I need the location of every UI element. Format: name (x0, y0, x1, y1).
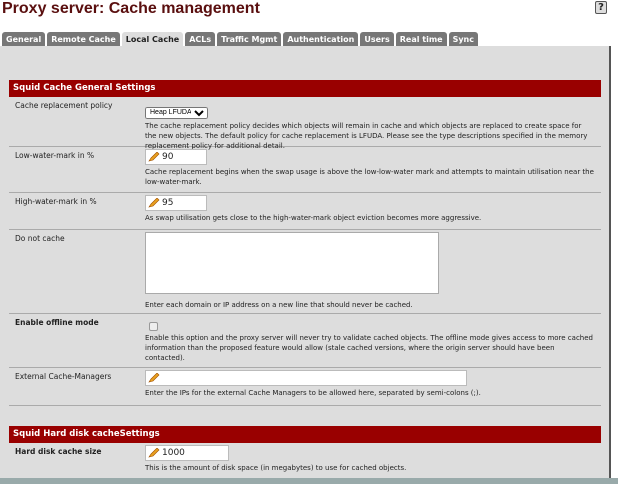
row-hard-disk-cache-size: Hard disk cache size 1000 This is the am… (9, 443, 601, 483)
offline-mode-checkbox[interactable] (149, 322, 158, 331)
tab-traffic-mgmt[interactable]: Traffic Mgmt (217, 32, 282, 47)
tab-remote-cache[interactable]: Remote Cache (47, 32, 120, 47)
do-not-cache-textarea[interactable] (145, 232, 439, 294)
label: Low-water-mark in % (15, 151, 95, 160)
description: Enable this option and the proxy server … (145, 334, 593, 362)
tab-general[interactable]: General (2, 32, 46, 47)
label: Cache replacement policy (15, 101, 113, 110)
description: The cache replacement policy decides whi… (145, 121, 588, 150)
replacement-policy-select[interactable]: Heap LFUDA (145, 106, 208, 119)
tab-real-time[interactable]: Real time (395, 32, 447, 47)
row-offline-mode: Enable offline mode Enable this option a… (9, 314, 601, 368)
label: Enable offline mode (15, 318, 99, 327)
help-icon[interactable]: ? (595, 1, 607, 14)
tab-sync[interactable]: Sync (448, 32, 478, 47)
tab-users[interactable]: Users (360, 32, 394, 47)
low-water-mark-input[interactable]: 90 (145, 149, 207, 165)
description: Enter the IPs for the external Cache Man… (145, 389, 481, 397)
pencil-icon (148, 373, 160, 383)
section-header-hard-disk: Squid Hard disk cacheSettings (9, 426, 601, 443)
label: High-water-mark in % (15, 197, 97, 206)
row-do-not-cache: Do not cache Enter each domain or IP add… (9, 230, 601, 314)
tab-bar: General Remote Cache Local Cache ACLs Tr… (2, 32, 478, 47)
description: As swap utilisation gets close to the hi… (145, 214, 482, 222)
description: Cache replacement begins when the swap u… (145, 168, 594, 186)
tab-authentication[interactable]: Authentication (283, 32, 359, 47)
pencil-icon (148, 152, 160, 162)
section-header-general: Squid Cache General Settings (9, 80, 601, 97)
label: Do not cache (15, 234, 65, 243)
taskbar (0, 478, 618, 484)
pencil-icon (148, 448, 160, 458)
high-water-mark-input[interactable]: 95 (145, 195, 207, 211)
description: This is the amount of disk space (in meg… (145, 464, 407, 472)
description: Enter each domain or IP address on a new… (145, 301, 413, 309)
pencil-icon (148, 198, 160, 208)
row-low-water-mark: Low-water-mark in % 90 Cache replacement… (9, 147, 601, 193)
content-panel: Squid Cache General Settings Cache repla… (0, 46, 611, 478)
hard-disk-cache-size-input[interactable]: 1000 (145, 445, 229, 461)
tab-acls[interactable]: ACLs (185, 32, 216, 47)
label: Hard disk cache size (15, 447, 102, 456)
page-title: Proxy server: Cache management (2, 0, 260, 17)
row-high-water-mark: High-water-mark in % 95 As swap utilisat… (9, 193, 601, 230)
row-external-cache-managers: External Cache-Managers Enter the IPs fo… (9, 368, 601, 406)
label: External Cache-Managers (15, 372, 112, 381)
external-cache-managers-input[interactable] (145, 370, 467, 386)
tab-local-cache[interactable]: Local Cache (121, 32, 184, 47)
row-replacement-policy: Cache replacement policy Heap LFUDA The … (9, 97, 601, 150)
